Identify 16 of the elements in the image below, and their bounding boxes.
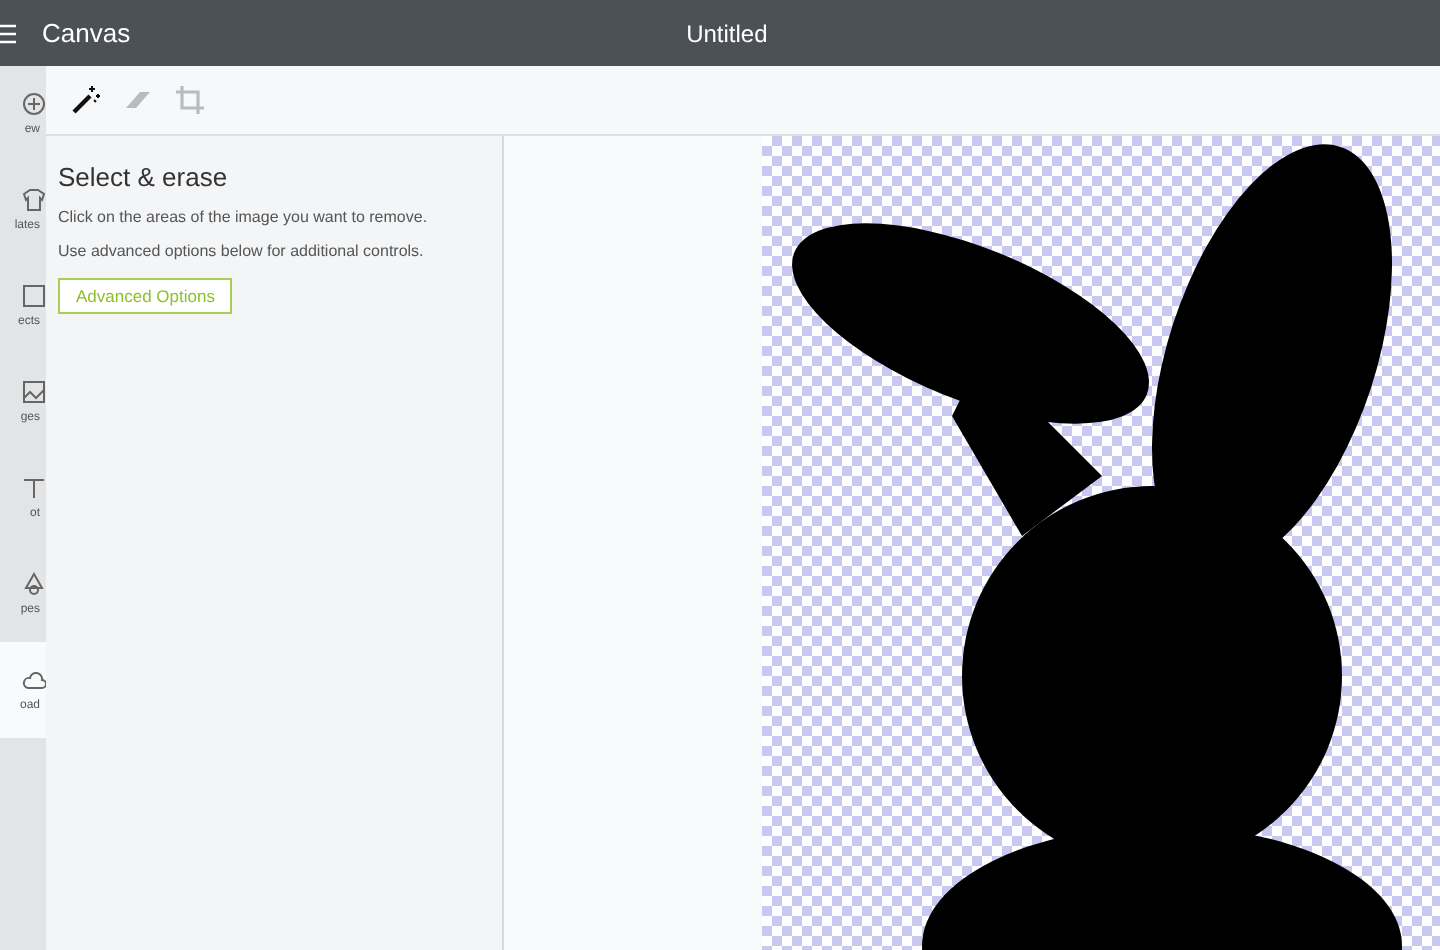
panel-title: Select & erase — [58, 162, 230, 192]
shapes-icon — [22, 572, 46, 596]
square-icon — [22, 284, 46, 308]
image-icon — [22, 380, 46, 404]
text-icon — [22, 476, 46, 500]
plus-circle-icon — [22, 92, 46, 116]
magic-wand-icon — [70, 84, 102, 116]
app-name: Canvas — [42, 18, 131, 48]
menu-icon[interactable] — [0, 23, 16, 43]
shirt-icon — [22, 188, 46, 212]
document-title: Untitled — [686, 19, 768, 47]
instruction-text: Click on the areas of the image you want to remove. — [58, 208, 430, 226]
crop-icon — [174, 84, 206, 116]
instruction-text: Use advanced options below for additional controls. — [58, 242, 426, 260]
cloud-icon — [22, 668, 46, 692]
tool-button[interactable] — [70, 84, 102, 116]
